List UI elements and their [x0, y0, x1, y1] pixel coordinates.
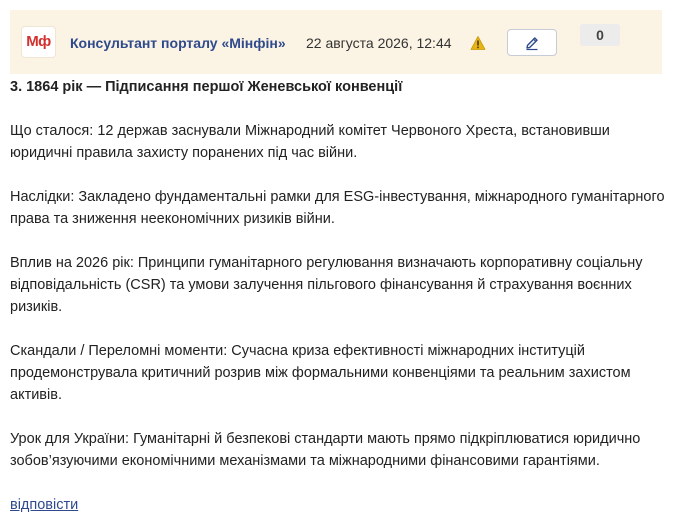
post-body: 3. 1864 рік — Підписання першої Женевськ…	[10, 76, 666, 516]
paragraph-consequences: Наслідки: Закладено фундаментальні рамки…	[10, 189, 665, 227]
post-title: 3. 1864 рік — Підписання першої Женевськ…	[10, 79, 403, 95]
post-header: Мф Консультант порталу «Мінфін» 22 авгус…	[10, 10, 662, 74]
minfin-logo[interactable]: Мф	[22, 27, 55, 57]
edit-button[interactable]	[507, 29, 557, 56]
paragraph-lesson-ukraine: Урок для України: Гуманітарні й безпеков…	[10, 431, 641, 469]
paragraph-impact-2026: Вплив на 2026 рік: Принципи гуманітарног…	[10, 255, 643, 315]
reply-link[interactable]: відповісти	[10, 494, 78, 516]
paragraph-what-happened: Що сталося: 12 держав заснували Міжнарод…	[10, 123, 610, 161]
warning-icon[interactable]	[470, 35, 486, 51]
paragraph-scandals: Скандали / Переломні моменти: Сучасна кр…	[10, 343, 631, 403]
author-name[interactable]: Консультант порталу «Мінфін»	[70, 35, 286, 51]
reply-counter: 0	[580, 24, 620, 46]
post-datetime: 22 августа 2026, 12:44	[306, 35, 452, 51]
pencil-icon	[526, 37, 538, 51]
